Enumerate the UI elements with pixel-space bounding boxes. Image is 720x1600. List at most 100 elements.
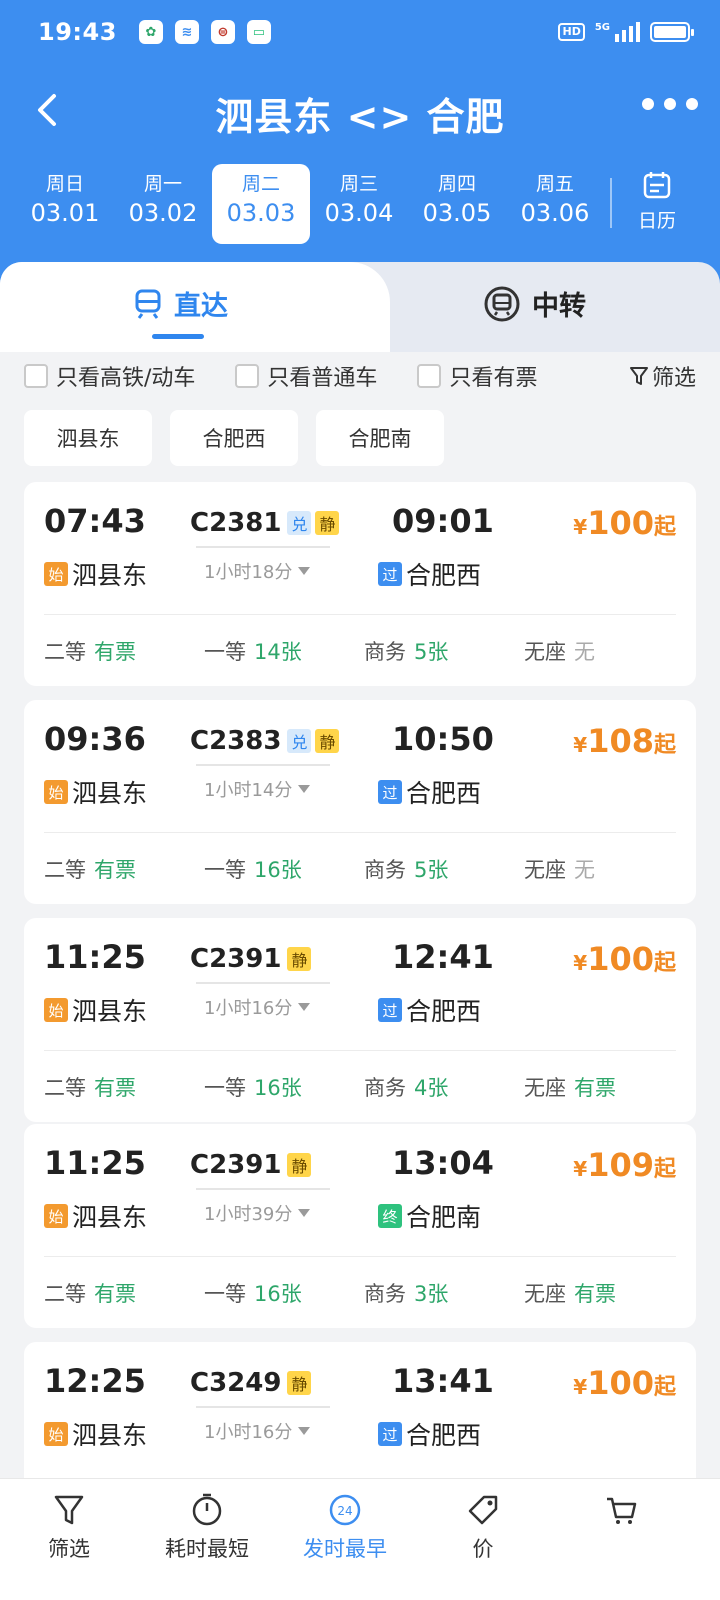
station-type-badge: 始: [44, 998, 68, 1022]
station-chips: 泗县东 合肥西 合肥南: [24, 410, 444, 466]
station-chip[interactable]: 泗县东: [24, 410, 152, 466]
caret-down-icon: [298, 1427, 311, 1435]
duration-toggle[interactable]: 1小时16分: [204, 1418, 311, 1444]
price: ¥100 起: [573, 1364, 676, 1402]
price-amount: 108: [587, 722, 654, 760]
seat-availability: 二等 有票: [44, 1072, 204, 1102]
price-suffix: 起: [653, 515, 676, 540]
more-options-button[interactable]: [642, 98, 698, 110]
dot-icon: [686, 98, 698, 110]
seat-availability: 二等 有票: [44, 636, 204, 666]
station-name: 合肥南: [406, 1203, 482, 1232]
seat-class: 一等: [204, 640, 246, 664]
price-currency: ¥: [573, 951, 588, 975]
train-card[interactable]: 11:25 C2391 静 13:04 ¥109 起始泗县东 1小时39分终合肥南 二等 有票一…: [24, 1124, 696, 1328]
seat-availability: 无座 有票: [524, 1072, 684, 1102]
seat-class: 无座: [524, 1282, 566, 1306]
train-card[interactable]: 12:25 C3249 静 13:41 ¥100 起始泗县东 1小时16分 过合肥西: [24, 1342, 696, 1478]
duration-toggle[interactable]: 1小时39分: [204, 1200, 311, 1226]
train-card[interactable]: 07:43 C2381 兑静 09:01 ¥100 起始泗县东 1小时18分 过合肥西 二等 有票…: [24, 482, 696, 686]
duration-text: 1小时16分: [204, 998, 293, 1019]
station-type-badge: 始: [44, 1204, 68, 1228]
bottom-bar-item[interactable]: 耗时最短: [138, 1479, 276, 1600]
price-amount: 109: [587, 1146, 654, 1184]
seat-class: 商务: [364, 640, 406, 664]
seat-availability: 商务 5张: [364, 636, 524, 666]
available-only-checkbox[interactable]: 只看有票: [417, 360, 537, 392]
train-code: C2391: [190, 944, 282, 974]
dot-icon: [664, 98, 676, 110]
station-chip[interactable]: 合肥西: [170, 410, 298, 466]
price-amount: 100: [587, 504, 654, 542]
calendar-button[interactable]: 日历: [622, 164, 692, 244]
train-feature-badge: 兑: [287, 511, 312, 535]
clock-24-icon: 24: [329, 1494, 361, 1526]
destination-station: 过合肥西: [378, 774, 481, 810]
price: ¥109 起: [573, 1146, 676, 1184]
tab-direct[interactable]: 直达: [134, 284, 228, 323]
station-chip[interactable]: 合肥南: [316, 410, 444, 466]
duration-divider: [196, 1406, 330, 1408]
tab-transfer[interactable]: 中转: [484, 284, 586, 323]
seat-row: 二等 有票 一等 16张 商务 5张 无座无: [44, 854, 684, 884]
station-name: 泗县东: [72, 1421, 148, 1450]
station-name: 合肥西: [406, 997, 482, 1026]
train-card[interactable]: 09:36 C2383 兑静 10:50 ¥108 起始泗县东 1小时14分 过合肥西 二等 有票…: [24, 700, 696, 904]
price-tag-icon: [468, 1495, 498, 1525]
train-number: C2381 兑静: [190, 508, 340, 538]
active-tab-indicator: [152, 334, 204, 339]
origin-station: 始泗县东: [44, 774, 147, 810]
highspeed-only-checkbox[interactable]: 只看高铁/动车: [24, 360, 195, 392]
bottom-bar-item[interactable]: [552, 1479, 690, 1600]
date-item[interactable]: 周日 03.01: [16, 164, 114, 244]
filter-button[interactable]: 筛选: [629, 360, 696, 392]
date-weekday: 周日: [45, 173, 84, 195]
seat-count: 16张: [254, 858, 302, 882]
arrival-time: 09:01: [392, 502, 494, 540]
app-notification-icon: ✿: [138, 20, 163, 44]
origin-station: 始泗县东: [44, 992, 147, 1028]
station-type-badge: 过: [378, 780, 402, 804]
duration-toggle[interactable]: 1小时16分: [204, 994, 311, 1020]
duration-toggle[interactable]: 1小时14分: [204, 776, 311, 802]
duration-text: 1小时16分: [204, 1422, 293, 1443]
bottom-bar-item[interactable]: 筛选: [0, 1479, 138, 1600]
date-value: 03.03: [226, 199, 296, 227]
seat-class: 无座: [524, 1076, 566, 1100]
date-value: 03.04: [324, 199, 394, 227]
card-divider: [44, 1256, 676, 1257]
destination-station: 过合肥西: [378, 1416, 481, 1452]
seat-row: 二等 有票 一等 14张 商务 5张 无座无: [44, 636, 684, 666]
price: ¥100 起: [573, 504, 676, 542]
date-item[interactable]: 周四 03.05: [408, 164, 506, 244]
date-item[interactable]: 周二 03.03: [212, 164, 310, 244]
system-status: HD 5G: [558, 22, 694, 42]
departure-time: 11:25: [44, 938, 146, 976]
bottom-bar-item[interactable]: 24 发时最早: [276, 1479, 414, 1600]
seat-row: 二等 有票 一等 16张 商务 4张 无座 有票: [44, 1072, 684, 1102]
origin-station: 始泗县东: [44, 1198, 147, 1234]
arrival-time: 12:41: [392, 938, 494, 976]
origin-station: 始泗县东: [44, 556, 147, 592]
origin-station: 始泗县东: [44, 1416, 147, 1452]
seat-availability: 二等 有票: [44, 854, 204, 884]
date-item[interactable]: 周五 03.06: [506, 164, 604, 244]
seat-count: 有票: [94, 858, 136, 882]
date-item[interactable]: 周一 03.02: [114, 164, 212, 244]
seat-count: 5张: [414, 640, 449, 664]
duration-toggle[interactable]: 1小时18分: [204, 558, 311, 584]
normal-only-checkbox[interactable]: 只看普通车: [235, 360, 377, 392]
checkbox-box: [24, 364, 48, 388]
seat-count: 有票: [574, 1076, 616, 1100]
bottom-toolbar: 筛选 耗时最短 24 发时最早 价: [0, 1478, 720, 1600]
departure-time: 12:25: [44, 1362, 146, 1400]
bottom-bar-label: 发时最早: [303, 1537, 387, 1561]
bottom-bar-item[interactable]: 价: [414, 1479, 552, 1600]
train-card[interactable]: 11:25 C2391 静 12:41 ¥100 起始泗县东 1小时16分过合肥西 二等 有票一…: [24, 918, 696, 1122]
station-type-badge: 过: [378, 562, 402, 586]
caret-down-icon: [298, 1209, 311, 1217]
station-name: 合肥西: [406, 779, 482, 808]
duration-text: 1小时39分: [204, 1204, 293, 1225]
seat-availability: 一等 14张: [204, 636, 364, 666]
date-item[interactable]: 周三 03.04: [310, 164, 408, 244]
